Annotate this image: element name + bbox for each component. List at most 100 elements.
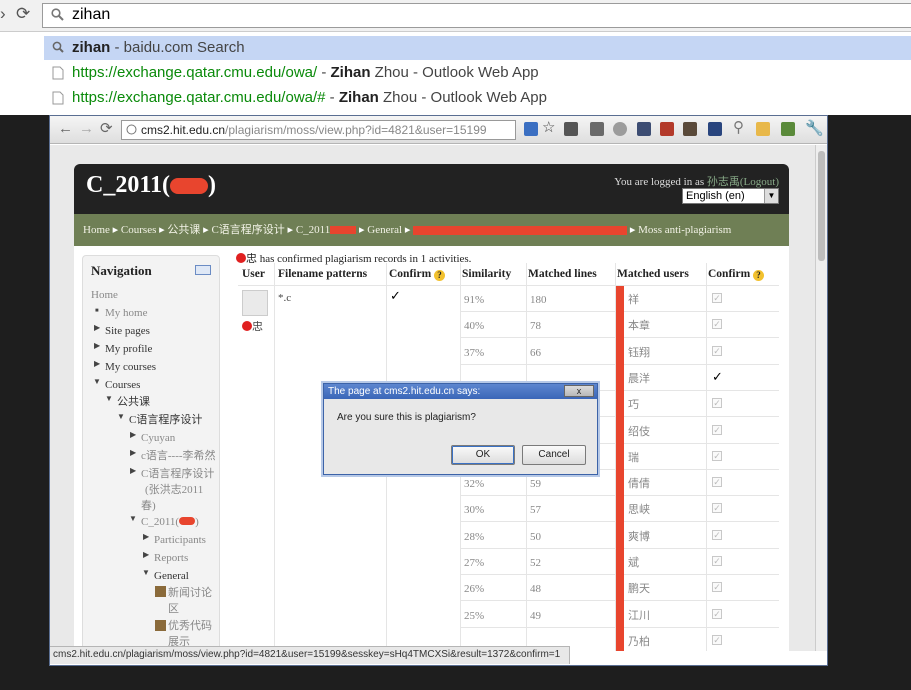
nav-reports[interactable]: Reports	[154, 551, 188, 565]
matched-user-name[interactable]: 思峡	[628, 503, 650, 517]
suggestion-item[interactable]: https://exchange.qatar.cmu.edu/owa/# - Z…	[44, 86, 911, 110]
nav-c-course[interactable]: C语言程序设计	[129, 413, 202, 427]
matched-user-name[interactable]: 乃柏	[628, 635, 650, 649]
confirm-checkbox[interactable]: ✓	[712, 556, 722, 566]
globe-icon[interactable]	[613, 122, 627, 136]
confirm-checkbox[interactable]: ✓	[712, 345, 722, 356]
nav-my-profile[interactable]: My profile	[105, 342, 152, 356]
confirm-checkbox[interactable]: ✓	[712, 370, 723, 383]
breadcrumb-course[interactable]: C语言程序设计	[211, 224, 284, 236]
matched-user-name[interactable]: 江川	[628, 609, 650, 623]
weather-icon[interactable]	[708, 122, 722, 136]
logout-link[interactable]: (Logout)	[740, 176, 779, 188]
avatar[interactable]	[242, 290, 268, 316]
nav-best-code[interactable]: 优秀代码	[168, 619, 212, 633]
back-icon[interactable]: ←	[58, 121, 73, 137]
confirm-checkbox[interactable]: ✓	[712, 503, 722, 514]
confirm-checkbox[interactable]: ✓	[712, 450, 722, 461]
matched-user-name[interactable]: 祥	[628, 293, 639, 307]
star-icon[interactable]: ☆	[542, 120, 555, 136]
nav-courses[interactable]: Courses	[105, 378, 140, 392]
confirm-checkbox[interactable]: ✓	[712, 477, 722, 488]
confirm-checkbox[interactable]: ✓	[712, 319, 722, 330]
forward-icon[interactable]: →	[79, 121, 94, 137]
user-name[interactable]: 忠	[242, 320, 263, 334]
nav-public[interactable]: 公共课	[117, 395, 150, 409]
language-select[interactable]: English (en) ▼	[682, 188, 779, 204]
suggestion-item[interactable]: zihan - baidu.com Search	[44, 36, 911, 60]
scrollbar-thumb[interactable]	[818, 151, 825, 261]
help-icon[interactable]: ?	[434, 270, 446, 281]
confirm-checkbox[interactable]: ✓	[712, 424, 722, 435]
bug-icon[interactable]	[590, 122, 604, 136]
dialog-close-button[interactable]: x	[564, 385, 594, 397]
help-icon[interactable]: ?	[753, 270, 765, 281]
camera-icon[interactable]	[637, 122, 651, 136]
matched-lines-value[interactable]: 59	[530, 477, 541, 491]
matched-user-name[interactable]: 绍伎	[628, 425, 650, 439]
site-title[interactable]: C_2011()	[86, 172, 216, 199]
nav-c2011[interactable]: C_2011()	[141, 515, 199, 529]
breadcrumb-courses[interactable]: Courses	[121, 224, 156, 236]
reload-icon[interactable]: ⟳	[16, 4, 30, 24]
matched-lines-value[interactable]: 66	[530, 346, 541, 360]
breadcrumb-general[interactable]: General	[367, 224, 402, 236]
nav-c-lixiran[interactable]: c语言----李希然	[141, 449, 216, 463]
breadcrumb-c2011[interactable]: C_2011	[296, 224, 330, 236]
matched-user-name[interactable]: 本章	[628, 319, 650, 333]
matched-lines-value[interactable]: 78	[530, 319, 541, 333]
extension-icon[interactable]	[660, 122, 674, 136]
nav-my-home[interactable]: My home	[105, 306, 147, 320]
nav-general[interactable]: General	[154, 569, 189, 583]
matched-lines-value[interactable]: 57	[530, 503, 541, 517]
matched-user-name[interactable]: 巧	[628, 398, 639, 412]
reload-icon[interactable]: ⟳	[100, 121, 113, 137]
extension-icon[interactable]	[781, 122, 795, 136]
nav-participants[interactable]: Participants	[154, 533, 206, 547]
similarity-value: 27%	[464, 557, 485, 569]
wrench-icon[interactable]: 🔧	[805, 121, 824, 137]
breadcrumb-moss[interactable]: Moss anti-plagiarism	[638, 224, 731, 236]
login-user-link[interactable]: 孙志禹	[707, 176, 740, 188]
nav-my-courses[interactable]: My courses	[105, 360, 156, 374]
matched-user-name[interactable]: 斌	[628, 556, 639, 570]
nav-news-forum[interactable]: 新闻讨论	[168, 586, 212, 600]
forward-icon[interactable]: ›	[0, 4, 6, 24]
cancel-button[interactable]: Cancel	[522, 445, 586, 465]
suggestion-bold: Zihan	[330, 64, 371, 81]
matched-lines-value[interactable]: 180	[530, 293, 547, 307]
scrollbar[interactable]	[815, 145, 827, 651]
matched-lines-value[interactable]: 50	[530, 530, 541, 544]
breadcrumb-home[interactable]: Home	[83, 224, 110, 236]
nav-cyuyan[interactable]: Cyuyan	[141, 431, 175, 445]
matched-user-name[interactable]: 倩倩	[628, 477, 650, 491]
matched-user-name[interactable]: 鹏天	[628, 582, 650, 596]
dock-icon[interactable]	[195, 265, 211, 275]
matched-user-name[interactable]: 钰翔	[628, 346, 650, 360]
matched-lines-value[interactable]: 48	[530, 582, 541, 596]
matched-user-name[interactable]: 晨洋	[628, 372, 650, 386]
suggestion-item[interactable]: https://exchange.qatar.cmu.edu/owa/ - Zi…	[44, 61, 911, 85]
confirm-checkbox[interactable]: ✓	[712, 634, 722, 645]
confirm-checkbox[interactable]: ✓	[712, 293, 722, 303]
extension-icon[interactable]	[564, 122, 578, 136]
matched-user-name[interactable]: 爽博	[628, 530, 650, 544]
breadcrumb-public[interactable]: 公共课	[167, 224, 200, 236]
omnibox-input[interactable]: zihan	[42, 3, 911, 28]
matched-lines-value[interactable]: 49	[530, 609, 541, 623]
matched-user-name[interactable]: 瑞	[628, 451, 639, 465]
nav-site-pages[interactable]: Site pages	[105, 324, 150, 338]
translate-icon[interactable]	[524, 122, 538, 136]
confirm-checkbox[interactable]: ✓	[712, 582, 722, 593]
confirm-checkbox[interactable]: ✓	[712, 529, 722, 540]
ok-button[interactable]: OK	[451, 445, 515, 465]
nav-home[interactable]: Home	[91, 288, 118, 302]
search-icon[interactable]: ⚲	[733, 120, 744, 136]
extension-icon[interactable]	[683, 122, 697, 136]
confirm-checkbox[interactable]: ✓	[712, 398, 722, 409]
extension-icon[interactable]	[756, 122, 770, 136]
confirm-checkbox[interactable]: ✓	[712, 608, 722, 619]
inner-address-bar[interactable]: cms2.hit.edu.cn/plagiarism/moss/view.php…	[121, 120, 516, 140]
nav-c-zhang[interactable]: C语言程序设计	[141, 467, 214, 481]
matched-lines-value[interactable]: 52	[530, 556, 541, 570]
